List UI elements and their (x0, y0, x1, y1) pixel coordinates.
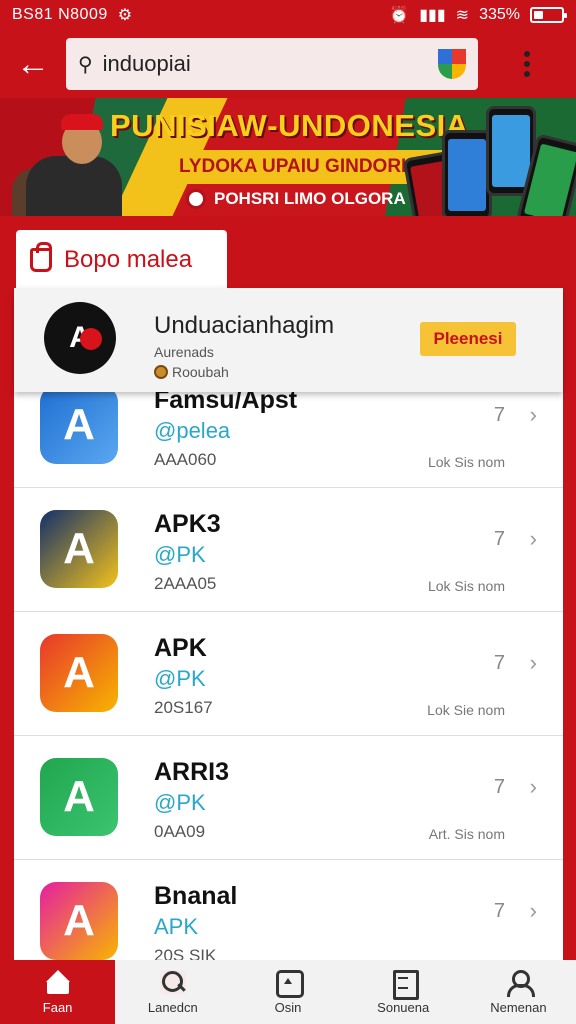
app-count: 7 (493, 776, 505, 798)
chevron-right-icon[interactable]: › (530, 402, 537, 428)
app-publisher: APK (154, 914, 199, 939)
app-count: 7 (493, 900, 505, 922)
store-badge-icon[interactable] (438, 49, 466, 79)
app-row[interactable]: A APK3 @PK 2AAA05 7 › Lok Sis nom (14, 488, 563, 612)
nav-label: Lanedcn (147, 999, 198, 1015)
chevron-right-icon[interactable]: › (530, 898, 537, 924)
section-label: Bopo malea (64, 246, 193, 273)
nav-item-app-store[interactable]: Osin (230, 960, 345, 1024)
status-time: BS81 N8009 (12, 6, 108, 23)
app-row[interactable]: A APK @PK 20S167 7 › Lok Sie nom (14, 612, 563, 736)
app-count: 7 (493, 652, 505, 674)
app-shield-yellow-icon: A (40, 510, 118, 588)
nav-label: Nemenan (490, 999, 547, 1015)
app-a-blue-icon: A (40, 386, 118, 464)
search-query: induopiai (102, 51, 191, 76)
banner-person-cap (61, 114, 103, 130)
featured-app-developer: Aurenads (154, 344, 214, 360)
app-publisher: @PK (154, 542, 206, 567)
status-bar: BS81 N8009 ⚙ ⏰ ▮▮▮ ≋ 335% (0, 0, 576, 30)
nav-label: Sonuena (377, 999, 430, 1015)
app-count: 7 (493, 404, 505, 426)
app-a-rainbow-icon: A (40, 882, 118, 960)
seal-icon (186, 189, 206, 209)
app-a-green-icon: A (40, 758, 118, 836)
banner-headline: PUNISIAW‑UNDONESIA (110, 108, 469, 143)
featured-app-card[interactable]: A Unduacianhagim Aurenads Rooubah Pleene… (14, 288, 563, 392)
app-name: ARRI3 (154, 758, 230, 786)
app-row[interactable]: A ARRI3 @PK 0AA09 7 › Art. Sis nom (14, 736, 563, 860)
chevron-right-icon[interactable]: › (530, 526, 537, 552)
featured-app-rating: Rooubah (154, 364, 229, 380)
battery-percent: 335% (479, 6, 520, 23)
more-menu-button[interactable] (478, 51, 576, 77)
featured-app-title: Unduacianhagim (154, 312, 335, 339)
banner-footnote-row: POHSRI LIMO OLGORA (186, 186, 406, 212)
nav-item-user[interactable]: Nemenan (461, 960, 576, 1024)
app-name: APK (154, 634, 207, 662)
banner-phone-2 (442, 130, 492, 216)
app-meta: 20S SIK (154, 946, 217, 960)
app-publisher: @PK (154, 790, 206, 815)
banner-person-main (26, 156, 122, 216)
search-input[interactable]: ⚲ induopiai (66, 38, 478, 90)
app-row[interactable]: A Bnanal APK 20S SIK 7 › (14, 860, 563, 960)
app-publisher: @pelea (154, 418, 231, 443)
nav-item-document[interactable]: Sonuena (346, 960, 461, 1024)
shopping-bag-icon (30, 242, 52, 272)
section-tab[interactable]: Bopo malea (16, 230, 227, 290)
signal-icon: ▮▮▮ (419, 7, 446, 24)
search-icon: ⚲ (78, 53, 93, 76)
alarm-icon: ⏰ (389, 7, 410, 24)
app-meta: AAA060 (154, 450, 217, 469)
app-size: Lok Sie nom (427, 702, 505, 718)
app-size: Art. Sis nom (428, 826, 505, 842)
top-app-bar: ← ⚲ induopiai (0, 30, 576, 98)
back-button[interactable]: ← (0, 30, 66, 98)
app-size: Lok Sis nom (427, 578, 505, 594)
wifi-icon: ≋ (455, 7, 470, 24)
nav-label: Faan (42, 999, 73, 1015)
search-icon (159, 969, 186, 994)
chevron-right-icon[interactable]: › (530, 650, 537, 676)
chevron-right-icon[interactable]: › (530, 774, 537, 800)
app-play-gradient-icon: A (40, 634, 118, 712)
app-name: Bnanal (154, 882, 238, 910)
nav-item-search[interactable]: Lanedcn (115, 960, 230, 1024)
home-icon (45, 969, 71, 994)
app-publisher: @PK (154, 666, 206, 691)
nav-item-home[interactable]: Faan (0, 960, 116, 1024)
app-count: 7 (493, 528, 505, 550)
bottom-navigation: Faan Lanedcn Osin Sonuena Nemenan (0, 960, 576, 1024)
banner-footnote: POHSRI LIMO OLGORA (214, 189, 406, 208)
battery-icon (530, 7, 567, 23)
arrow-left-icon: ← (16, 44, 50, 83)
app-size: Lok Sis nom (427, 454, 505, 470)
more-vertical-icon (524, 51, 530, 57)
featured-install-button[interactable]: Pleenesi (420, 322, 516, 356)
app-meta: 0AA09 (154, 822, 206, 841)
user-icon (505, 969, 536, 997)
app-name: APK3 (154, 510, 221, 538)
document-icon (390, 969, 420, 1000)
featured-app-logo: A (44, 302, 116, 374)
app-meta: 20S167 (154, 698, 213, 717)
coin-icon (154, 365, 168, 379)
notification-icon: ⚙ (117, 7, 133, 24)
nav-label: Osin (274, 999, 302, 1015)
app-meta: 2AAA05 (154, 574, 217, 593)
app-store-icon (275, 969, 304, 998)
promo-banner[interactable]: PUNISIAW‑UNDONESIA LYDOKA UPAIU GINDORKA… (0, 98, 576, 216)
